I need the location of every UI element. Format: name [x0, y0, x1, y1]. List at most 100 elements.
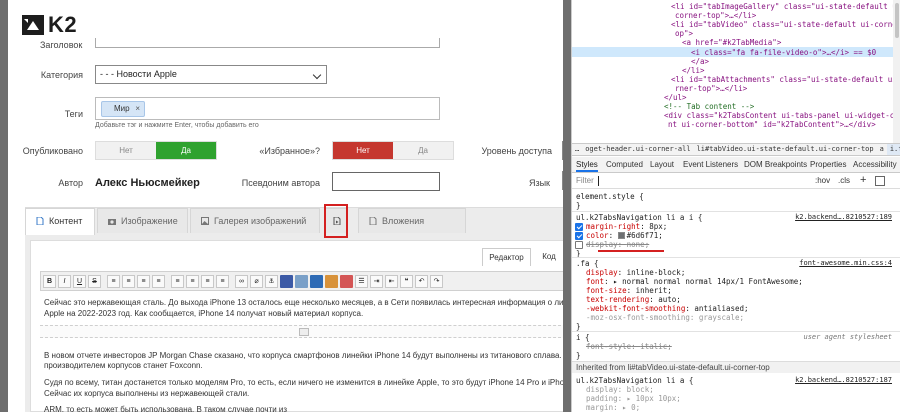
hover-state-toggle[interactable]: :hov [815, 176, 830, 185]
tag-remove-icon[interactable]: × [135, 102, 140, 116]
undo-icon[interactable]: ↶ [415, 274, 428, 288]
tab-layout[interactable]: Layout [650, 157, 674, 172]
media-insert-icon[interactable] [310, 274, 323, 288]
rule4-selector[interactable]: ul.k2TabsNavigation li a { [576, 376, 693, 385]
page-break-marker[interactable] [40, 325, 571, 338]
rule1-source-link[interactable]: k2.backend….8210527:189 [795, 213, 892, 221]
dom-line-6[interactable]: </li> [682, 66, 705, 75]
published-yes-option[interactable]: Да [156, 142, 216, 159]
rule4-prop1[interactable]: display: block; [586, 385, 654, 394]
align-left-icon[interactable]: ≡ [107, 274, 120, 288]
dom-line-4-selected[interactable]: <i class="fa fa-file-video-o">…</i> == $… [691, 48, 876, 57]
dom-line-2a[interactable]: <li id="tabVideo" class="ui-state-defaul… [671, 20, 900, 29]
content-paragraph-1b[interactable]: Apple на 2022-2023 год. Как сообщается, … [44, 308, 571, 319]
content-paragraph-1a[interactable]: Сейчас это нержавеющая сталь. До выхода … [44, 297, 571, 308]
rule1-prop2[interactable]: color: #6d6f71; [586, 231, 663, 240]
code-mode-tab[interactable]: Код [534, 248, 564, 266]
dom-line-10b[interactable]: nt ui-corner-bottom" id="k2TabContent">…… [668, 120, 876, 129]
link-icon[interactable]: ∞ [235, 274, 248, 288]
redo-icon[interactable]: ↷ [430, 274, 443, 288]
class-toggle[interactable]: .cls [838, 176, 850, 185]
underline-button[interactable]: U [73, 274, 86, 288]
indent-icon[interactable]: ⇥ [370, 274, 383, 288]
element-style-selector[interactable]: element.style { [576, 192, 644, 201]
rule2-selector[interactable]: .fa { [576, 259, 599, 268]
dom-line-1b[interactable]: corner-top">…</li> [675, 11, 756, 20]
new-rule-button[interactable]: + [860, 174, 866, 186]
published-no-option[interactable]: Нет [96, 142, 156, 159]
align-left-2-icon[interactable]: ≡ [171, 274, 184, 288]
computed-sidebar-toggle-icon[interactable] [875, 176, 885, 186]
rule4-prop2[interactable]: padding: ▸ 10px 10px; [586, 394, 681, 403]
rule1-selector[interactable]: ul.k2TabsNavigation li a i { [576, 213, 702, 222]
dom-line-7b[interactable]: rner-top">…</li> [675, 84, 747, 93]
content-paragraph-3a[interactable]: Судя по всему, титан достанется только м… [44, 377, 571, 388]
rule2-prop4[interactable]: text-rendering: auto; [586, 295, 681, 304]
rule2-source-link[interactable]: font-awesome.min.css:4 [799, 259, 892, 267]
tab-properties[interactable]: Properties [810, 157, 846, 172]
breadcrumb-item-selected[interactable]: i.fa.fa-file-video-o [886, 144, 900, 155]
editor-mode-tab[interactable]: Редактор [482, 248, 531, 266]
tab-image[interactable]: Изображение [97, 208, 188, 233]
brush-icon[interactable] [325, 274, 338, 288]
breadcrumb-item[interactable]: a [877, 144, 887, 155]
tags-input[interactable]: Мир × [95, 97, 440, 120]
rule4-prop3[interactable]: margin: ▸ 0; [586, 403, 640, 412]
rule4-source-link[interactable]: k2.backend….8210527:187 [795, 376, 892, 384]
anchor-icon[interactable]: ⚓ [265, 274, 278, 288]
rule1-prop3-disabled[interactable]: display: none; [586, 240, 649, 249]
dom-line-3[interactable]: <a href="#k2TabMedia"> [682, 38, 781, 47]
content-paragraph-4[interactable]: ARM, то есть может быть использована. В … [44, 404, 571, 412]
title-input[interactable] [95, 38, 440, 48]
featured-yes-option[interactable]: Да [393, 142, 453, 159]
quote-icon[interactable]: ❝ [400, 274, 413, 288]
rule2-prop5[interactable]: -webkit-font-smoothing: antialiased; [586, 304, 749, 313]
rule1-prop1[interactable]: margin-right: 8px; [586, 222, 667, 231]
document-blue-icon[interactable] [280, 274, 293, 288]
outdent-icon[interactable]: ⇤ [385, 274, 398, 288]
rule1-prop2-checkbox[interactable] [575, 232, 583, 240]
tab-attachments[interactable]: Вложения [358, 208, 466, 233]
tab-event-listeners[interactable]: Event Listeners [683, 157, 738, 172]
rule2-prop1[interactable]: display: inline-block; [586, 268, 685, 277]
list-icon[interactable]: ☰ [355, 274, 368, 288]
eraser-icon[interactable] [340, 274, 353, 288]
featured-no-option[interactable]: Нет [333, 142, 393, 159]
italic-button[interactable]: I [58, 274, 71, 288]
rule3-selector[interactable]: i { [576, 333, 590, 342]
dom-line-1a[interactable]: <li id="tabImageGallery" class="ui-state… [671, 2, 900, 11]
category-select[interactable]: - - - Новости Apple [95, 65, 327, 84]
rule1-prop3-checkbox[interactable] [575, 241, 583, 249]
dom-line-2b[interactable]: op"> [675, 29, 693, 38]
unlink-icon[interactable]: ⌀ [250, 274, 263, 288]
align-right-2-icon[interactable]: ≡ [201, 274, 214, 288]
tab-styles[interactable]: Styles [576, 157, 598, 172]
styles-filter-input[interactable]: Filter [576, 176, 594, 185]
tab-accessibility[interactable]: Accessibility [853, 157, 897, 172]
breadcrumb-item[interactable]: oget-header.ui-corner-all [582, 144, 693, 155]
align-center-icon[interactable]: ≡ [122, 274, 135, 288]
align-right-icon[interactable]: ≡ [137, 274, 150, 288]
tab-dom-breakpoints[interactable]: DOM Breakpoints [744, 157, 807, 172]
content-paragraph-3b[interactable]: Сейчас их корпуса выполнены из нержавеющ… [44, 388, 571, 399]
dom-line-9[interactable]: <!-- Tab content --> [664, 102, 754, 111]
dom-line-10a[interactable]: <div class="k2TabsContent ui-tabs-panel … [664, 111, 900, 120]
rule2-prop6[interactable]: -moz-osx-font-smoothing: grayscale; [586, 313, 744, 322]
dom-line-5[interactable]: </a> [691, 57, 709, 66]
image-insert-icon[interactable] [295, 274, 308, 288]
align-justify-2-icon[interactable]: ≡ [216, 274, 229, 288]
tab-computed[interactable]: Computed [606, 157, 643, 172]
breadcrumb-item[interactable]: li#tabVideo.ui-state-default.ui-corner-t… [694, 144, 877, 155]
dom-line-7a[interactable]: <li id="tabAttachments" class="ui-state-… [671, 75, 900, 84]
dom-line-8[interactable]: </ul> [664, 93, 687, 102]
dom-scrollbar-thumb[interactable] [895, 3, 899, 38]
strikethrough-button[interactable]: S [88, 274, 101, 288]
rule2-prop2[interactable]: font: ▸ normal normal normal 14px/1 Font… [586, 277, 803, 286]
author-alias-input[interactable] [332, 172, 440, 191]
content-paragraph-2b[interactable]: производителем корпусов станет Foxconn. [44, 360, 571, 371]
breadcrumb-item[interactable]: … [572, 144, 582, 155]
rule1-prop1-checkbox[interactable] [575, 223, 583, 231]
bold-button[interactable]: B [43, 274, 56, 288]
align-center-2-icon[interactable]: ≡ [186, 274, 199, 288]
rule3-prop1-overridden[interactable]: font-style: italic; [586, 342, 672, 351]
